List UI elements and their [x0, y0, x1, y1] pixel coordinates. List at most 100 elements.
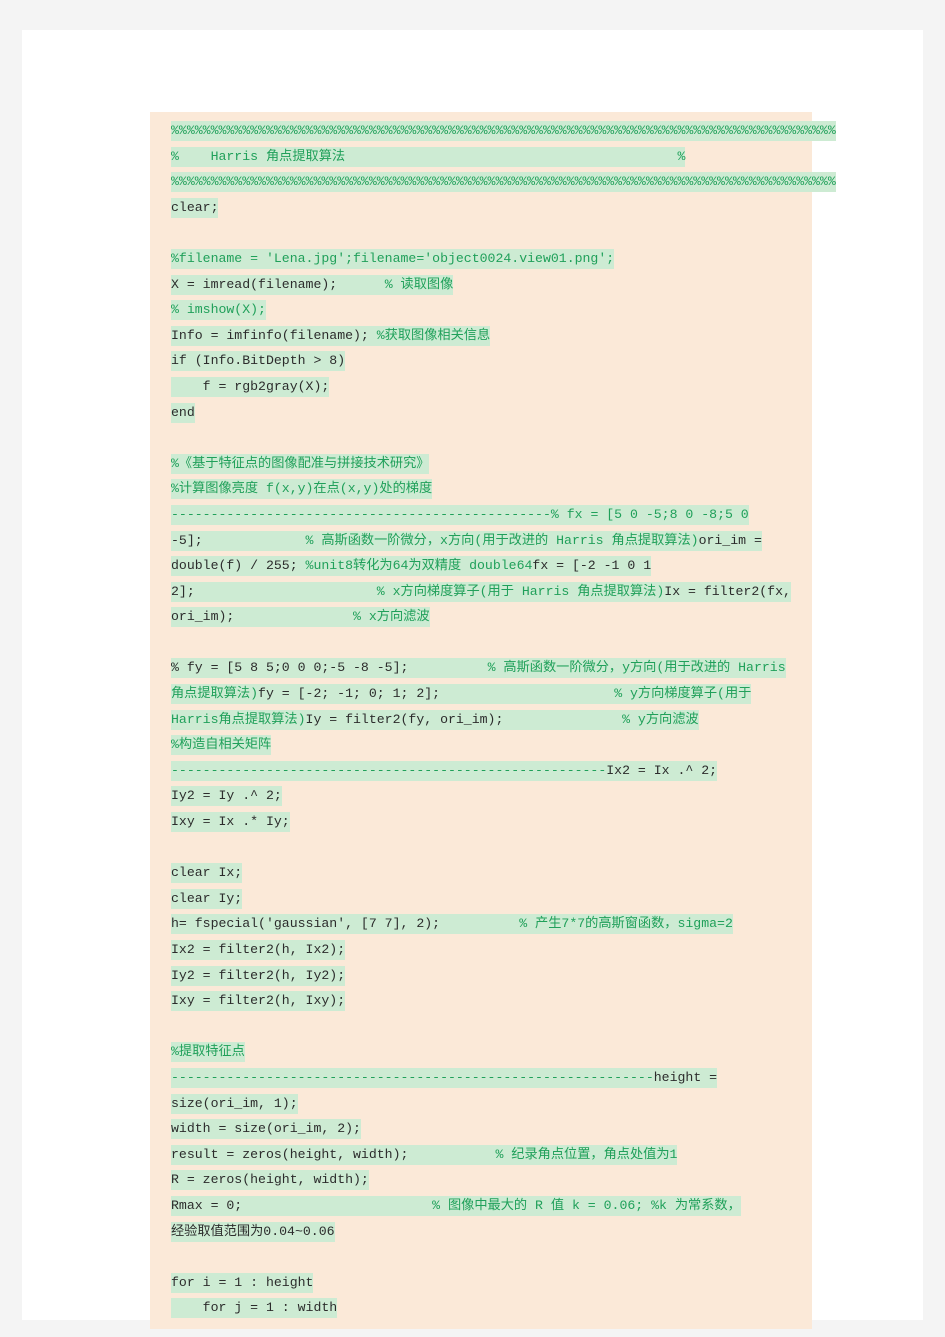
code-token-span — [440, 686, 614, 701]
code-line: %filename = 'Lena.jpg';filename='object0… — [150, 246, 812, 272]
code-line-highlight: ori_im); % x方向滤波 — [171, 607, 430, 628]
code-line-highlight: 经验取值范围为0.04~0.06 — [171, 1221, 335, 1242]
code-token-span: Iy = filter2(fy, ori_im); — [305, 711, 504, 727]
code-line: %《基于特征点的图像配准与拼接技术研究》 — [150, 451, 812, 477]
code-token-span — [408, 660, 487, 675]
code-comment-span: 角点提取算法) — [171, 686, 259, 702]
code-line: Ix2 = filter2(h, Ix2); — [150, 937, 812, 963]
code-token-span: clear; — [171, 199, 219, 215]
code-line-highlight: Info = imfinfo(filename); %获取图像相关信息 — [171, 325, 491, 346]
code-line: end — [150, 400, 812, 426]
code-token-span: if (Info.BitDepth > 8) — [171, 353, 346, 369]
code-listing-block: %%%%%%%%%%%%%%%%%%%%%%%%%%%%%%%%%%%%%%%%… — [150, 112, 836, 1329]
code-line-highlight: %提取特征点 — [171, 1042, 245, 1063]
code-comment-span: ----------------------------------------… — [171, 506, 551, 522]
code-line-highlight: ----------------------------------------… — [171, 504, 749, 525]
code-token-span: Ix2 = filter2(h, Ix2); — [171, 942, 346, 957]
code-token-span: double(f) / 255; — [171, 558, 306, 574]
code-line: % fy = [5 8 5;0 0 0;-5 -8 -5]; % 高斯函数一阶微… — [150, 655, 812, 681]
code-line: %构造自相关矩阵 — [150, 732, 812, 758]
code-line: double(f) / 255; %unit8转化为64为双精度 double6… — [150, 553, 812, 579]
code-comment-span: %filename = 'Lena.jpg';filename='object0… — [171, 250, 615, 266]
code-token-span: Ix2 = Ix .^ 2; — [606, 762, 718, 778]
code-token-span: % fy = [5 8 5;0 0 0;-5 -8 -5]; — [171, 660, 409, 676]
code-token-span — [337, 277, 384, 292]
code-token-span: -5]; — [171, 532, 203, 548]
code-token-span: fy = [-2; -1; 0; 1; 2]; — [258, 686, 441, 702]
code-line-highlight: for i = 1 : height — [171, 1272, 314, 1293]
code-line: Iy2 = Iy .^ 2; — [150, 783, 812, 809]
code-line-highlight: %构造自相关矩阵 — [171, 735, 272, 756]
code-line-highlight: size(ori_im, 1); — [171, 1093, 298, 1114]
code-line: Harris角点提取算法)Iy = filter2(fy, ori_im); %… — [150, 707, 812, 733]
code-token-span: Ix = filter2(fx, — [664, 583, 791, 599]
code-line-highlight: result = zeros(height, width); % 纪录角点位置，… — [171, 1144, 678, 1165]
code-line: h= fspecial('gaussian', [7 7], 2); % 产生7… — [150, 911, 812, 937]
code-line: ori_im); % x方向滤波 — [150, 604, 812, 630]
code-token-span: 2]; — [171, 583, 377, 599]
code-line: 2]; % x方向梯度算子(用于 Harris 角点提取算法)Ix = filt… — [150, 579, 812, 605]
code-line: Ixy = filter2(h, Ixy); — [150, 988, 812, 1014]
code-token-span — [503, 712, 622, 727]
code-token-span: f = rgb2gray(X); — [171, 378, 330, 394]
code-line: Iy2 = filter2(h, Iy2); — [150, 963, 812, 989]
code-line: ----------------------------------------… — [150, 502, 812, 528]
code-token-span: size(ori_im, 1); — [171, 1095, 298, 1111]
code-comment-span: %获取图像相关信息 — [376, 327, 491, 343]
code-comment-span: Harris角点提取算法) — [171, 711, 306, 727]
code-line-highlight: R = zeros(height, width); — [171, 1170, 369, 1191]
code-comment-span: % x方向滤波 — [353, 609, 430, 625]
code-line: %%%%%%%%%%%%%%%%%%%%%%%%%%%%%%%%%%%%%%%%… — [150, 118, 836, 144]
code-line-highlight: % imshow(X); — [171, 300, 266, 321]
code-line-highlight: X = imread(filename); % 读取图像 — [171, 274, 454, 295]
code-line-highlight: if (Info.BitDepth > 8) — [171, 351, 346, 372]
code-line-highlight: -5]; % 高斯函数一阶微分，x方向(用于改进的 Harris 角点提取算法)… — [171, 530, 762, 551]
code-line: Info = imfinfo(filename); %获取图像相关信息 — [150, 323, 812, 349]
code-line-highlight: h= fspecial('gaussian', [7 7], 2); % 产生7… — [171, 914, 733, 935]
code-comment-span: %《基于特征点的图像配准与拼接技术研究》 — [171, 455, 430, 471]
code-line-highlight: %%%%%%%%%%%%%%%%%%%%%%%%%%%%%%%%%%%%%%%%… — [171, 172, 836, 193]
code-token-span: Iy2 = Iy .^ 2; — [171, 788, 282, 804]
code-line: if (Info.BitDepth > 8) — [150, 348, 812, 374]
code-comment-span: % 纪录角点位置，角点处值为1 — [495, 1146, 678, 1162]
code-comment-span: % y方向梯度算子(用于 — [614, 686, 752, 702]
code-token-span: Rmax = 0; — [171, 1197, 243, 1213]
code-line-highlight: f = rgb2gray(X); — [171, 376, 330, 397]
code-comment-span: % 读取图像 — [384, 276, 454, 292]
code-line: X = imread(filename); % 读取图像 — [150, 272, 812, 298]
code-line-highlight: Iy2 = Iy .^ 2; — [171, 786, 282, 807]
code-comment-span: % 图像中最大的 R 值 k = 0.06; %k 为常系数， — [432, 1197, 741, 1213]
code-token-span: h= fspecial('gaussian', [7 7], 2); — [171, 916, 441, 932]
code-comment-span: %计算图像亮度 f(x,y)在点(x,y)处的梯度 — [171, 481, 433, 497]
code-line: Rmax = 0; % 图像中最大的 R 值 k = 0.06; %k 为常系数… — [150, 1193, 812, 1219]
document-page: %%%%%%%%%%%%%%%%%%%%%%%%%%%%%%%%%%%%%%%%… — [22, 30, 923, 1329]
code-line-highlight: clear Iy; — [171, 888, 243, 909]
code-comment-span: % Harris 角点提取算法 % — [171, 148, 686, 164]
code-token-span: for j = 1 : width — [171, 1300, 338, 1316]
code-token-span: clear Iy; — [171, 890, 243, 906]
code-comment-span: % imshow(X); — [171, 302, 266, 318]
code-line: %提取特征点 — [150, 1039, 812, 1065]
code-line-highlight: Harris角点提取算法)Iy = filter2(fy, ori_im); %… — [171, 709, 699, 730]
code-token-span: X = imread(filename); — [171, 276, 338, 292]
code-line-highlight: Ixy = filter2(h, Ixy); — [171, 991, 346, 1012]
code-token-span: Iy2 = filter2(h, Iy2); — [171, 967, 346, 983]
code-comment-span: % 高斯函数一阶微分，y方向(用于改进的 Harris — [487, 660, 786, 676]
code-token-span — [408, 1147, 495, 1162]
code-token-span — [203, 533, 306, 548]
code-line-highlight: ----------------------------------------… — [171, 760, 718, 781]
code-line-highlight: width = size(ori_im, 2); — [171, 1119, 361, 1140]
code-line-highlight: %%%%%%%%%%%%%%%%%%%%%%%%%%%%%%%%%%%%%%%%… — [171, 121, 836, 141]
code-token-span: ori_im); — [171, 609, 354, 625]
code-token-span: Ixy = filter2(h, Ixy); — [171, 993, 346, 1009]
code-token-span: width = size(ori_im, 2); — [171, 1121, 361, 1137]
code-line-highlight: Rmax = 0; % 图像中最大的 R 值 k = 0.06; %k 为常系数… — [171, 1195, 741, 1216]
code-line-highlight: Ix2 = filter2(h, Ix2); — [171, 940, 346, 960]
code-token-span: result = zeros(height, width); — [171, 1146, 409, 1162]
code-line: result = zeros(height, width); % 纪录角点位置，… — [150, 1142, 812, 1168]
code-line-highlight: end — [171, 402, 195, 423]
code-token-span: fx = [-2 -1 0 1 — [532, 558, 652, 574]
